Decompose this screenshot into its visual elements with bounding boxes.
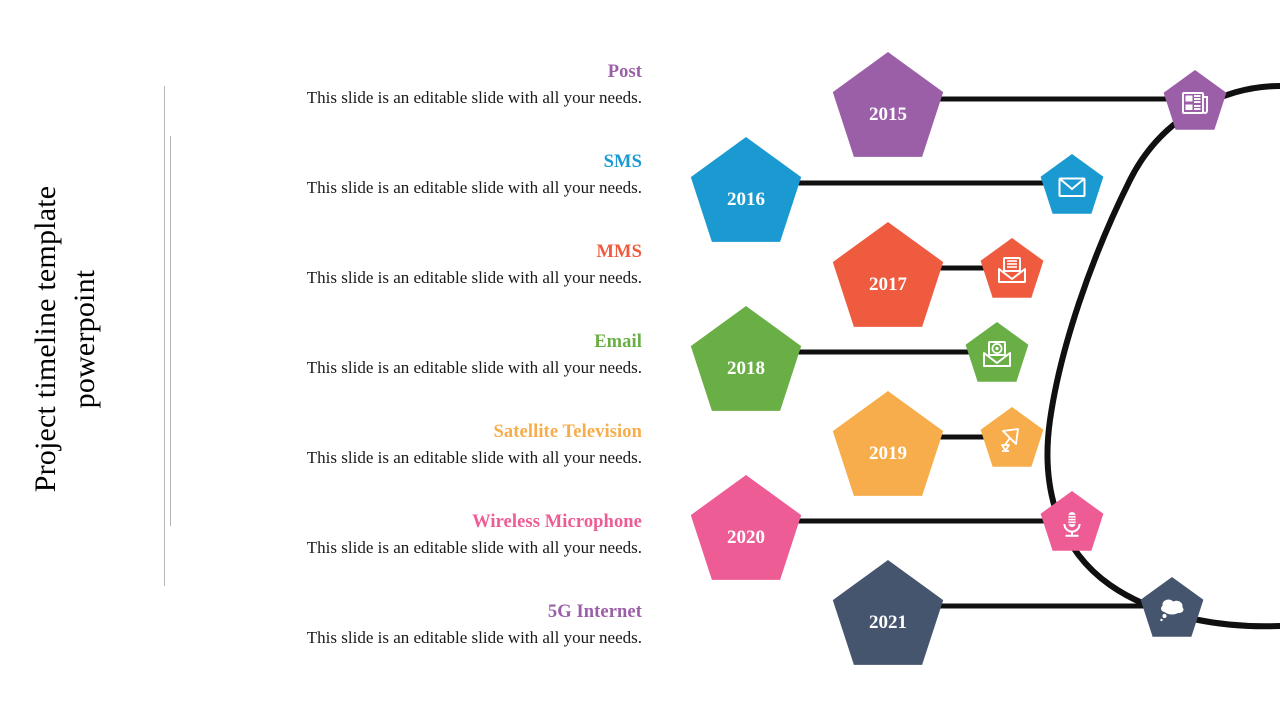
page-title: Project timeline template powerpoint — [29, 185, 101, 493]
icon-pentagon-satellite-television[interactable] — [980, 407, 1044, 467]
milestone-2021[interactable]: 2021 — [832, 560, 1204, 665]
entry-heading-email: Email — [594, 332, 642, 352]
year-label-2018: 2018 — [727, 358, 765, 379]
entry-heading-sms: SMS — [603, 152, 642, 172]
divider-line-outer — [164, 86, 165, 586]
icon-pentagon-sms[interactable] — [1040, 154, 1104, 214]
icon-pentagon-post[interactable] — [1163, 70, 1227, 130]
year-label-2015: 2015 — [869, 104, 907, 125]
timeline-text-list: Post This slide is an editable slide wit… — [230, 62, 642, 692]
entry-body-email: This slide is an editable slide with all… — [306, 358, 642, 377]
entry-body-mms: This slide is an editable slide with all… — [306, 268, 642, 287]
icon-pentagon-mms[interactable] — [980, 238, 1044, 298]
entry-heading-5g-internet: 5G Internet — [547, 602, 642, 622]
entry-body-sms: This slide is an editable slide with all… — [306, 178, 642, 197]
list-item[interactable]: Email This slide is an editable slide wi… — [230, 332, 642, 422]
entry-body-post: This slide is an editable slide with all… — [306, 88, 642, 107]
year-label-2020: 2020 — [727, 527, 765, 548]
milestone-2015[interactable]: 2015 — [832, 52, 1227, 157]
list-item[interactable]: SMS This slide is an editable slide with… — [230, 152, 642, 242]
list-item[interactable]: Satellite Television This slide is an ed… — [230, 422, 642, 512]
milestone-2017[interactable]: 2017 — [832, 222, 1044, 327]
year-label-2016: 2016 — [727, 189, 765, 210]
year-label-2019: 2019 — [869, 443, 907, 464]
year-label-2017: 2017 — [869, 274, 908, 295]
list-item[interactable]: MMS This slide is an editable slide with… — [230, 242, 642, 332]
entry-body-wireless-microphone: This slide is an editable slide with all… — [306, 538, 642, 557]
list-item[interactable]: 5G Internet This slide is an editable sl… — [230, 602, 642, 692]
title-area: Project timeline template powerpoint — [0, 0, 160, 720]
timeline-diagram: 2015 2016 2017 2018 2019 2020 2021 — [660, 0, 1280, 720]
entry-heading-post: Post — [607, 62, 642, 82]
entry-heading-wireless-microphone: Wireless Microphone — [472, 512, 642, 532]
icon-pentagon-5g-internet[interactable] — [1140, 577, 1204, 637]
slide-canvas: Project timeline template powerpoint Pos… — [0, 0, 1280, 720]
divider-line-inner — [170, 136, 171, 526]
list-item[interactable]: Wireless Microphone This slide is an edi… — [230, 512, 642, 602]
entry-heading-satellite-television: Satellite Television — [493, 422, 642, 442]
milestone-2019[interactable]: 2019 — [832, 391, 1044, 496]
entry-body-satellite-television: This slide is an editable slide with all… — [306, 448, 642, 467]
entry-body-5g-internet: This slide is an editable slide with all… — [306, 628, 642, 647]
list-item[interactable]: Post This slide is an editable slide wit… — [230, 62, 642, 152]
icon-pentagon-email[interactable] — [965, 322, 1029, 382]
year-label-2021: 2021 — [869, 612, 907, 633]
entry-heading-mms: MMS — [596, 242, 642, 262]
